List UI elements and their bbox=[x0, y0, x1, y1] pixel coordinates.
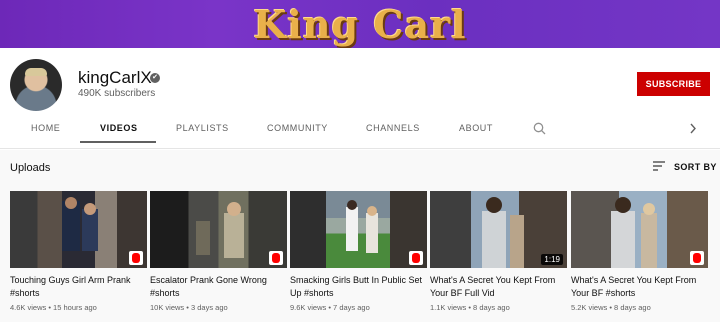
section-title[interactable]: Uploads bbox=[10, 162, 50, 174]
video-title[interactable]: Smacking Girls Butt In Public Set Up #sh… bbox=[290, 274, 427, 300]
shorts-icon bbox=[409, 251, 423, 265]
search-icon[interactable] bbox=[533, 122, 546, 135]
shorts-icon bbox=[690, 251, 704, 265]
video-title[interactable]: What's A Secret You Kept From Your BF #s… bbox=[571, 274, 708, 300]
thumbnail-image bbox=[290, 191, 427, 268]
thumbnail-image bbox=[196, 202, 244, 258]
video-thumbnail[interactable] bbox=[290, 191, 427, 268]
active-tab-indicator bbox=[80, 141, 156, 143]
sort-icon[interactable] bbox=[652, 160, 666, 172]
tab-home[interactable]: HOME bbox=[31, 123, 60, 133]
subscribe-button[interactable]: SUBSCRIBE bbox=[637, 72, 710, 96]
verified-icon: ✔ bbox=[150, 73, 160, 83]
shorts-icon bbox=[269, 251, 283, 265]
video-title[interactable]: Escalator Prank Gone Wrong #shorts bbox=[150, 274, 287, 300]
subscriber-count: 490K subscribers bbox=[78, 88, 156, 99]
channel-banner: King Carl bbox=[0, 0, 720, 48]
video-card[interactable]: Touching Guys Girl Arm Prank #shorts 4.6… bbox=[10, 191, 147, 312]
tab-videos[interactable]: VIDEOS bbox=[100, 123, 138, 133]
tab-channels[interactable]: CHANNELS bbox=[366, 123, 420, 133]
video-thumbnail[interactable]: 1:19 bbox=[430, 191, 567, 268]
video-meta: 4.6K views • 15 hours ago bbox=[10, 303, 97, 312]
thumbnail-image bbox=[611, 197, 657, 268]
video-meta: 1.1K views • 8 days ago bbox=[430, 303, 510, 312]
video-card[interactable]: 1:19 What's A Secret You Kept From Your … bbox=[430, 191, 567, 312]
thumbnail-image bbox=[62, 197, 98, 251]
video-duration: 1:19 bbox=[541, 254, 563, 265]
video-thumbnail[interactable] bbox=[10, 191, 147, 268]
sort-by-button[interactable]: SORT BY bbox=[674, 162, 717, 172]
header-divider bbox=[0, 148, 720, 149]
video-card[interactable]: What's A Secret You Kept From Your BF #s… bbox=[571, 191, 708, 312]
tab-about[interactable]: ABOUT bbox=[459, 123, 493, 133]
chevron-right-icon[interactable] bbox=[688, 122, 698, 135]
tab-community[interactable]: COMMUNITY bbox=[267, 123, 328, 133]
shorts-icon bbox=[129, 251, 143, 265]
banner-title: King Carl bbox=[253, 2, 467, 47]
video-meta: 5.2K views • 8 days ago bbox=[571, 303, 651, 312]
avatar-hair bbox=[25, 68, 47, 76]
channel-name: kingCarlX bbox=[78, 68, 152, 87]
video-card[interactable]: Escalator Prank Gone Wrong #shorts 10K v… bbox=[150, 191, 287, 312]
video-thumbnail[interactable] bbox=[571, 191, 708, 268]
video-title[interactable]: Touching Guys Girl Arm Prank #shorts bbox=[10, 274, 147, 300]
tab-playlists[interactable]: PLAYLISTS bbox=[176, 123, 229, 133]
channel-avatar[interactable] bbox=[10, 59, 62, 111]
video-meta: 9.6K views • 7 days ago bbox=[290, 303, 370, 312]
video-title[interactable]: What's A Secret You Kept From Your BF Fu… bbox=[430, 274, 567, 300]
video-thumbnail[interactable] bbox=[150, 191, 287, 268]
video-meta: 10K views • 3 days ago bbox=[150, 303, 228, 312]
video-card[interactable]: Smacking Girls Butt In Public Set Up #sh… bbox=[290, 191, 427, 312]
